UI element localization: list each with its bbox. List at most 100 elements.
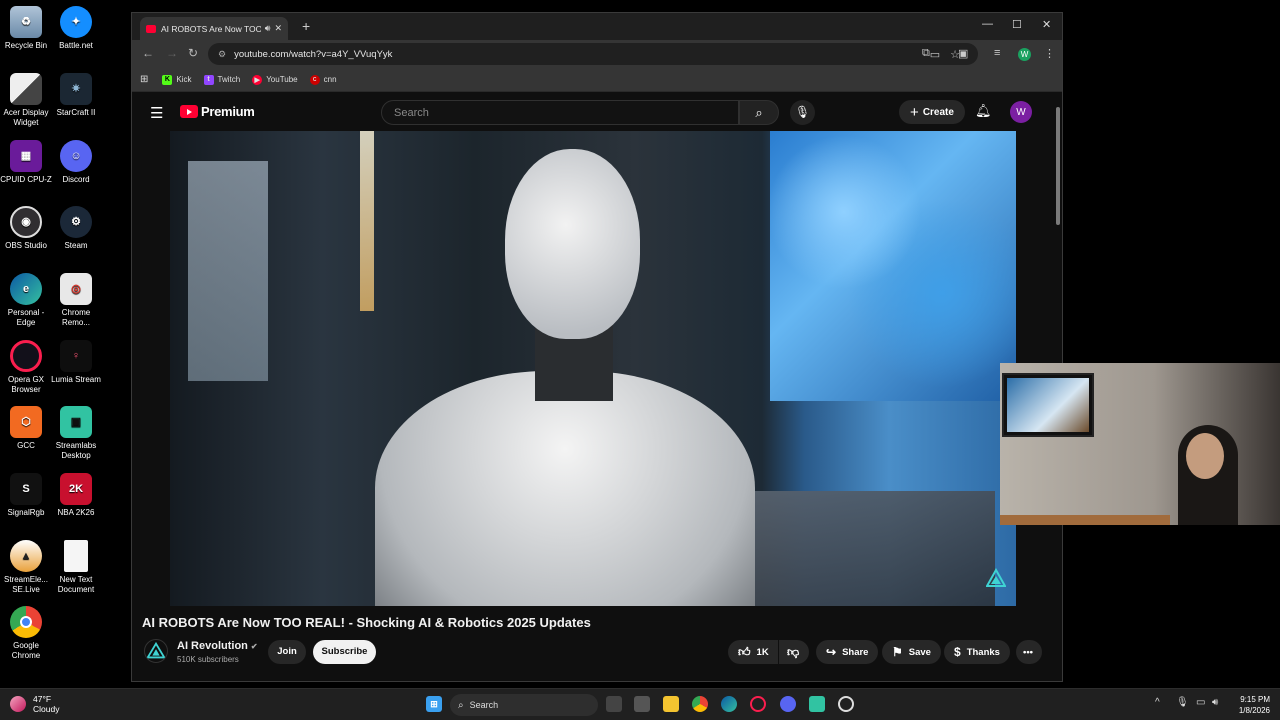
- desktop-icon-opera-gx[interactable]: Opera GX Browser: [0, 340, 52, 395]
- opera-gx-taskbar-icon[interactable]: [750, 696, 766, 712]
- bookmark-youtube[interactable]: ▶ YouTube: [252, 74, 298, 85]
- back-icon[interactable]: ←: [142, 46, 154, 60]
- taskbar-search[interactable]: ⌕ Search: [450, 694, 598, 716]
- chrome-taskbar-icon[interactable]: [692, 696, 708, 712]
- clock-date: 1/8/2026: [1238, 706, 1270, 715]
- desktop-icon-acer-widget[interactable]: Acer Display Widget: [0, 73, 52, 128]
- desktop-icon-starcraft[interactable]: ✷ StarCraft II: [50, 73, 102, 118]
- thanks-icon: $: [954, 645, 961, 659]
- desktop-icon-streamelements[interactable]: ▲ StreamEle... SE.Live: [0, 540, 52, 595]
- more-actions-button[interactable]: •••: [1016, 640, 1042, 664]
- bookmark-icon: ⚑: [892, 645, 903, 659]
- menu-hamburger-icon[interactable]: ☰: [150, 104, 163, 122]
- tray-overflow-icon[interactable]: ^: [1155, 697, 1160, 708]
- edge-taskbar-icon[interactable]: [721, 696, 737, 712]
- discord-taskbar-icon[interactable]: [780, 696, 796, 712]
- file-explorer-icon[interactable]: [663, 696, 679, 712]
- desktop-icon-obs[interactable]: ◉ OBS Studio: [0, 206, 52, 251]
- thanks-button[interactable]: $ Thanks: [944, 640, 1010, 664]
- desktop-icon-steam[interactable]: ⚙ Steam: [50, 206, 102, 251]
- voice-search-button[interactable]: 🎙︎: [790, 100, 815, 125]
- bookmark-kick[interactable]: K Kick: [162, 74, 192, 85]
- bookmark-cnn[interactable]: Ccnn: [309, 74, 337, 85]
- like-button[interactable]: 👍︎ 1K: [728, 640, 778, 664]
- network-icon[interactable]: ▭: [1196, 697, 1205, 708]
- video-frame-light: [360, 131, 374, 311]
- youtube-favicon-icon: [146, 24, 156, 33]
- desktop-icon-lumia[interactable]: ♀ Lumia Stream: [50, 340, 102, 385]
- temperature: 47°F: [33, 694, 52, 704]
- menu-kebab-icon[interactable]: ⋮: [1044, 47, 1055, 60]
- save-button[interactable]: ⚑ Save: [882, 640, 941, 664]
- desktop-icon-text-document[interactable]: New Text Document: [50, 540, 102, 595]
- tab-youtube-video[interactable]: AI ROBOTS Are Now TOO R 🔊︎ ✕: [140, 17, 288, 40]
- battlenet-icon: ✦: [60, 6, 92, 38]
- desktop-icon-edge[interactable]: e Personal - Edge: [0, 273, 52, 328]
- desktop-icon-recycle-bin[interactable]: ♻ Recycle Bin: [0, 6, 52, 51]
- chrome-icon: [10, 606, 42, 638]
- cast-icon[interactable]: ▭: [930, 49, 950, 61]
- search-button[interactable]: ⌕: [739, 100, 779, 125]
- search-icon: ⌕: [755, 105, 763, 120]
- desktop-icon-nba2k[interactable]: 2K NBA 2K26: [50, 473, 102, 518]
- desktop-icon-gcc[interactable]: ⬡ GCC: [0, 406, 52, 451]
- extensions-icon[interactable]: ⧉: [922, 47, 930, 60]
- obs-taskbar-icon[interactable]: [838, 696, 854, 712]
- signalrgb-icon: S: [10, 473, 42, 505]
- bookmark-twitch[interactable]: t Twitch: [203, 74, 240, 85]
- microphone-icon: 🎙︎: [794, 105, 811, 119]
- channel-avatar[interactable]: [144, 639, 168, 663]
- video-player[interactable]: [170, 131, 1016, 606]
- minimize-icon[interactable]: —: [982, 18, 993, 30]
- volume-icon[interactable]: 🔊︎: [1212, 697, 1218, 708]
- maximize-icon[interactable]: ☐: [1012, 18, 1022, 31]
- forward-icon[interactable]: →: [166, 46, 178, 60]
- youtube-icon: ▶: [252, 74, 263, 85]
- lumia-icon: ♀: [60, 340, 92, 372]
- microphone-tray-icon[interactable]: 🎙︎: [1176, 697, 1189, 708]
- close-tab-icon[interactable]: ✕: [274, 23, 282, 34]
- side-panel-icon[interactable]: ▣: [958, 47, 968, 60]
- acer-widget-icon: [10, 73, 42, 105]
- thumbs-up-icon: 👍︎: [738, 644, 751, 659]
- tab-bar: AI ROBOTS Are Now TOO R 🔊︎ ✕ + — ☐ ✕: [132, 13, 1062, 40]
- browser-profile-avatar[interactable]: W: [1018, 48, 1031, 61]
- desktop-icon-battlenet[interactable]: ✦ Battle.net: [50, 6, 102, 51]
- close-window-icon[interactable]: ✕: [1042, 18, 1051, 31]
- desktop-icon-chrome-remote[interactable]: ◎ Chrome Remo...: [50, 273, 102, 328]
- site-info-icon[interactable]: ⚙: [218, 49, 226, 60]
- widgets-icon[interactable]: [634, 696, 650, 712]
- thumbs-down-icon: 👎︎: [787, 644, 800, 659]
- youtube-logo[interactable]: Premium: [180, 104, 255, 119]
- scrollbar-thumb[interactable]: [1056, 107, 1060, 225]
- apps-grid-icon[interactable]: ⊞: [140, 74, 148, 85]
- desktop-icon-streamlabs[interactable]: ▣ Streamlabs Desktop: [50, 406, 102, 461]
- taskbar-clock[interactable]: 9:15 PM 1/8/2026: [1228, 694, 1270, 716]
- reading-list-icon[interactable]: ≡: [994, 47, 1000, 59]
- nba2k-icon: 2K: [60, 473, 92, 505]
- notifications-bell-icon[interactable]: 🔔︎: [975, 103, 992, 119]
- desktop-icon-discord[interactable]: ☺ Discord: [50, 140, 102, 185]
- recycle-bin-icon: ♻: [10, 6, 42, 38]
- desktop-icon-signalrgb[interactable]: S SignalRgb: [0, 473, 52, 518]
- start-windows-icon[interactable]: ⊞: [426, 696, 442, 712]
- streamlabs-taskbar-icon[interactable]: [809, 696, 825, 712]
- account-avatar[interactable]: W: [1010, 101, 1032, 123]
- dislike-button[interactable]: 👎︎: [779, 640, 809, 664]
- desktop-icon-chrome[interactable]: Google Chrome: [0, 606, 52, 661]
- join-button[interactable]: Join: [268, 640, 306, 664]
- video-frame-water-screen: [770, 131, 1016, 401]
- new-tab-icon[interactable]: +: [302, 18, 310, 34]
- address-bar[interactable]: ⚙ youtube.com/watch?v=a4Y_VVuqYyk ▭☆: [208, 43, 978, 65]
- speaker-icon[interactable]: 🔊︎: [265, 23, 271, 34]
- share-button[interactable]: ↪ Share: [816, 640, 879, 664]
- subscribe-button[interactable]: Subscribe: [313, 640, 376, 664]
- channel-name-link[interactable]: AI Revolution ✔: [177, 640, 258, 652]
- desktop-icon-cpuz[interactable]: ▦ CPUID CPU-Z: [0, 140, 52, 185]
- channel-watermark-icon[interactable]: [986, 568, 1006, 588]
- create-button[interactable]: + Create: [899, 100, 965, 124]
- task-view-icon[interactable]: [606, 696, 622, 712]
- reload-icon[interactable]: ↻: [188, 46, 198, 60]
- search-input[interactable]: Search: [381, 100, 739, 125]
- weather-widget[interactable]: 47°F Cloudy: [10, 694, 59, 714]
